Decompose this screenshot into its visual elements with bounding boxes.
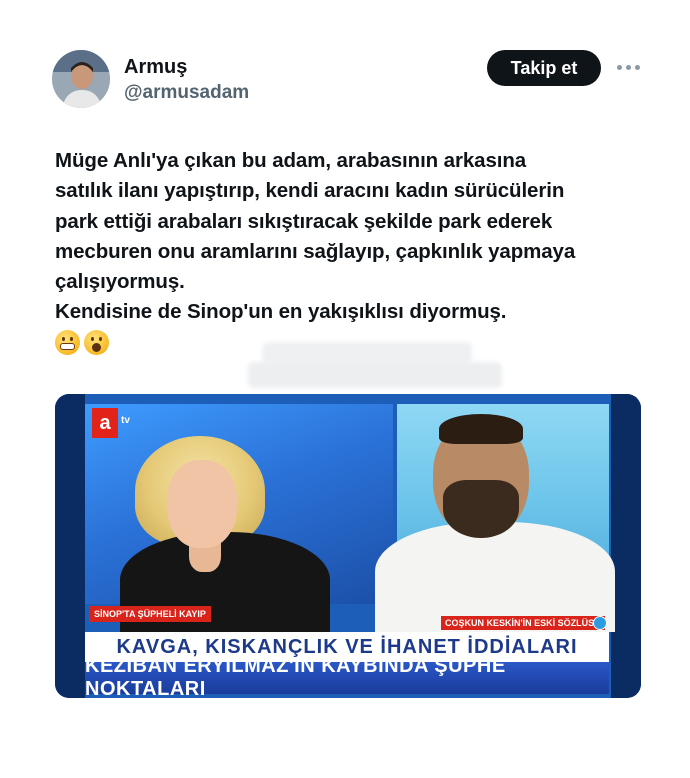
frame-edge [55, 394, 85, 698]
author-handle[interactable]: @armusadam [124, 82, 249, 104]
author-name[interactable]: Armuş [124, 56, 187, 79]
frame-edge [611, 394, 641, 698]
grimacing-face-icon [55, 330, 80, 355]
headline-bottom: KEZİBAN ERYILMAZ'IN KAYBINDA ŞÜPHE NOKTA… [85, 655, 609, 698]
open-mouth-face-icon [84, 330, 109, 355]
emoji-row [55, 330, 109, 355]
author-avatar[interactable] [52, 50, 110, 108]
dot [625, 64, 631, 70]
channel-logo: a [92, 408, 118, 438]
dot [616, 64, 622, 70]
guest-figure [439, 414, 523, 444]
channel-logo-suffix: tv [121, 415, 130, 426]
more-options-icon[interactable] [614, 55, 642, 79]
dot [634, 64, 640, 70]
blurred-content [248, 362, 502, 388]
broadcast-badge-icon [593, 616, 607, 630]
blurred-content [262, 342, 472, 364]
host-figure [167, 460, 237, 548]
lower-third-left: SİNOP'TA ŞÜPHELİ KAYIP [89, 606, 211, 622]
guest-figure [443, 480, 519, 538]
tweet-media-image[interactable]: a tv SİNOP'TA ŞÜPHELİ KAYIP COŞKUN KESKİ… [55, 394, 641, 698]
follow-button[interactable]: Takip et [487, 50, 601, 86]
lower-third-right: COŞKUN KESKİN'İN ESKİ SÖZLÜSÜ [441, 616, 605, 630]
tweet-text: Müge Anlı'ya çıkan bu adam, arabasının a… [55, 149, 576, 324]
